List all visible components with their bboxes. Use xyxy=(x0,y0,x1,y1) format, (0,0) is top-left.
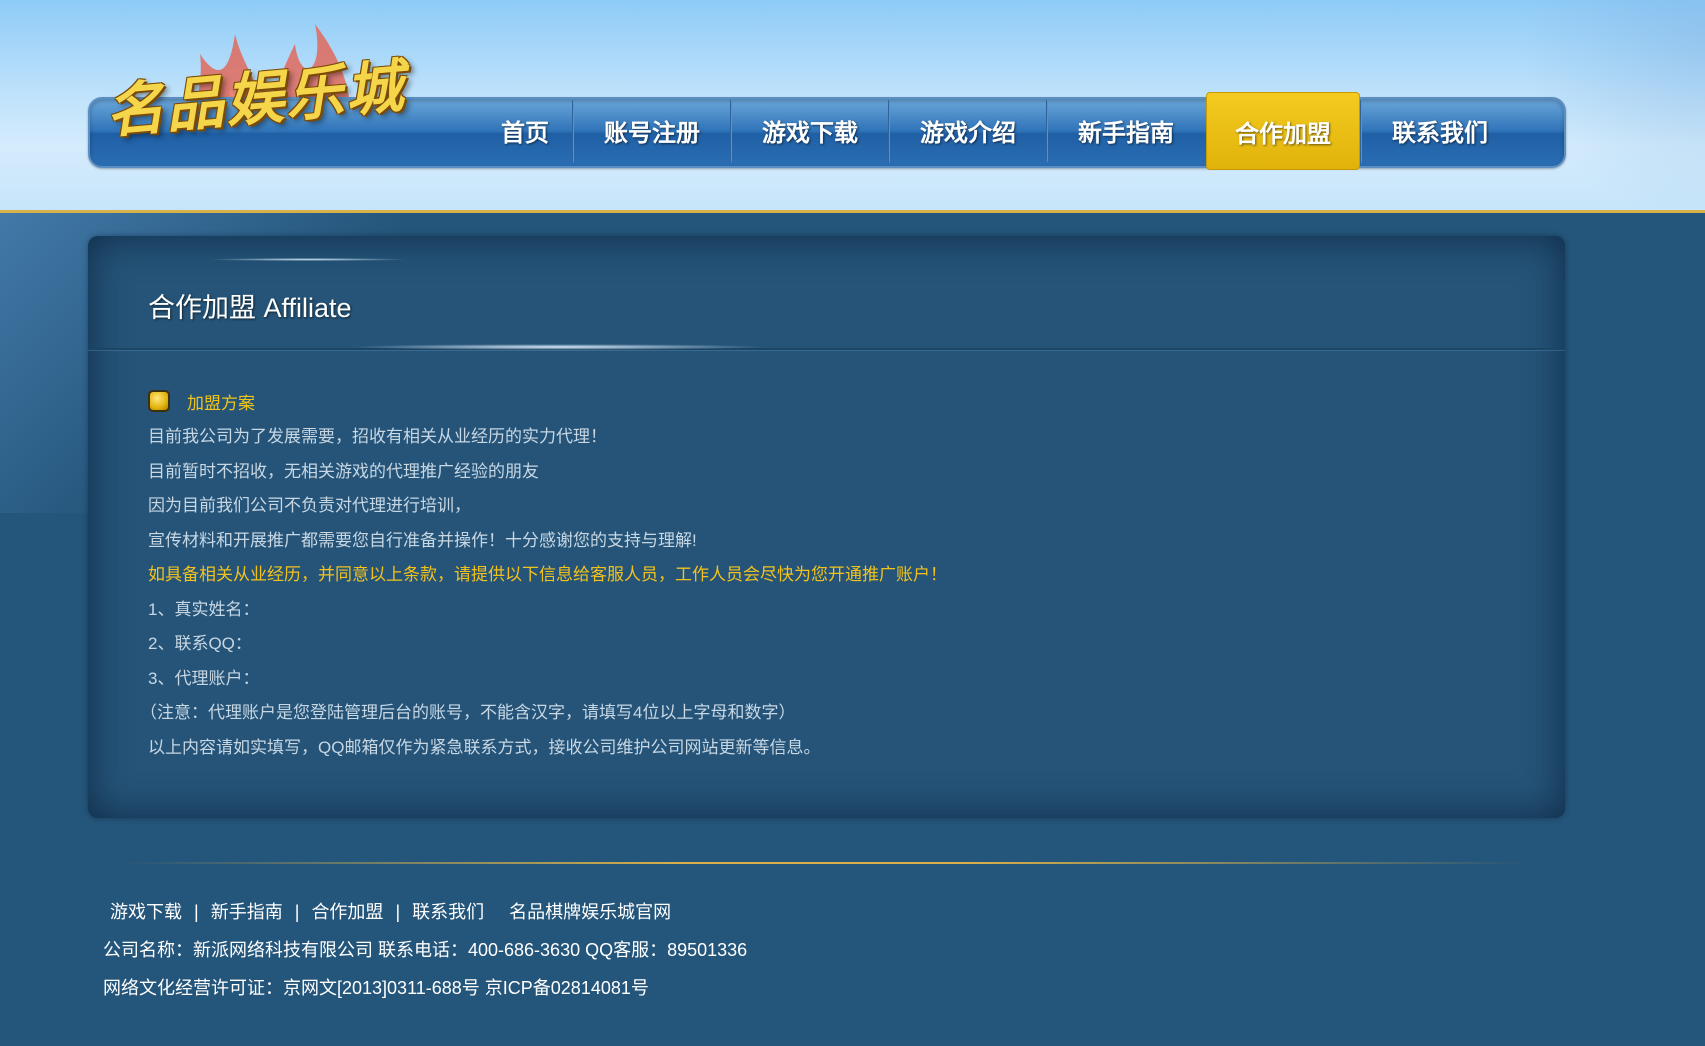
section-heading: 加盟方案 xyxy=(187,394,255,413)
footer-license-info: 网络文化经营许可证：京网文[2013]0311-688号 京ICP备028140… xyxy=(103,978,649,998)
footer-site-name[interactable]: 名品棋牌娱乐城官网 xyxy=(509,898,671,924)
nav-register[interactable]: 账号注册 xyxy=(574,97,730,164)
content-line: 目前暂时不招收，无相关游戏的代理推广经验的朋友 xyxy=(148,462,539,481)
panel-divider xyxy=(88,348,1565,350)
content-line: 1、真实姓名： xyxy=(148,600,260,619)
content-line: 3、代理账户： xyxy=(148,669,260,688)
footer-link-beginner-guide[interactable]: 新手指南 xyxy=(211,898,283,924)
nav-contact[interactable]: 联系我们 xyxy=(1362,97,1518,164)
content-line: 2、联系QQ： xyxy=(148,634,252,653)
content-line: 目前我公司为了发展需要，招收有相关从业经历的实力代理！ xyxy=(148,427,607,446)
content-line-note: （注意：代理账户是您登陆管理后台的账号，不能含汉字，请填写4位以上字母和数字） xyxy=(140,703,796,722)
footer-company-info: 公司名称：新派网络科技有限公司 联系电话：400-686-3630 QQ客服：8… xyxy=(103,940,748,960)
panel-title: 合作加盟 Affiliate xyxy=(148,293,352,323)
content-panel: 合作加盟 Affiliate 加盟方案 目前我公司为了发展需要，招收有相关从业经… xyxy=(88,236,1565,818)
content-line: 宣传材料和开展推广都需要您自行准备并操作！十分感谢您的支持与理解! xyxy=(148,531,697,550)
nav-home[interactable]: 首页 xyxy=(475,97,575,164)
footer-link-game-download[interactable]: 游戏下载 xyxy=(110,898,182,924)
content-line: 因为目前我们公司不负责对代理进行培训， xyxy=(148,496,471,515)
divider-glow-accent xyxy=(348,344,768,350)
nav-game-intro[interactable]: 游戏介绍 xyxy=(890,97,1046,164)
content-line-highlight: 如具备相关从业经历，并同意以上条款，请提供以下信息给客服人员，工作人员会尽快为您… xyxy=(148,565,947,584)
footer-link-contact[interactable]: 联系我们 xyxy=(412,898,484,924)
footer-separator: | xyxy=(194,902,199,922)
panel-glow-accent xyxy=(208,258,408,261)
footer-separator: | xyxy=(395,902,401,922)
footer-separator: | xyxy=(294,902,300,922)
nav-game-download[interactable]: 游戏下载 xyxy=(732,97,888,164)
bullet-icon xyxy=(148,390,170,412)
nav-affiliate[interactable]: 合作加盟 xyxy=(1206,92,1360,170)
footer-link-affiliate[interactable]: 合作加盟 xyxy=(311,898,383,924)
footer-links: 游戏下载 | 新手指南 | 合作加盟 | 联系我们 名品棋牌娱乐城官网 xyxy=(110,898,671,924)
nav-beginner-guide[interactable]: 新手指南 xyxy=(1048,97,1204,164)
content-line: 以上内容请如实填写，QQ邮箱仅作为紧急联系方式，接收公司维护公司网站更新等信息。 xyxy=(148,738,821,757)
footer-divider xyxy=(120,862,1530,864)
